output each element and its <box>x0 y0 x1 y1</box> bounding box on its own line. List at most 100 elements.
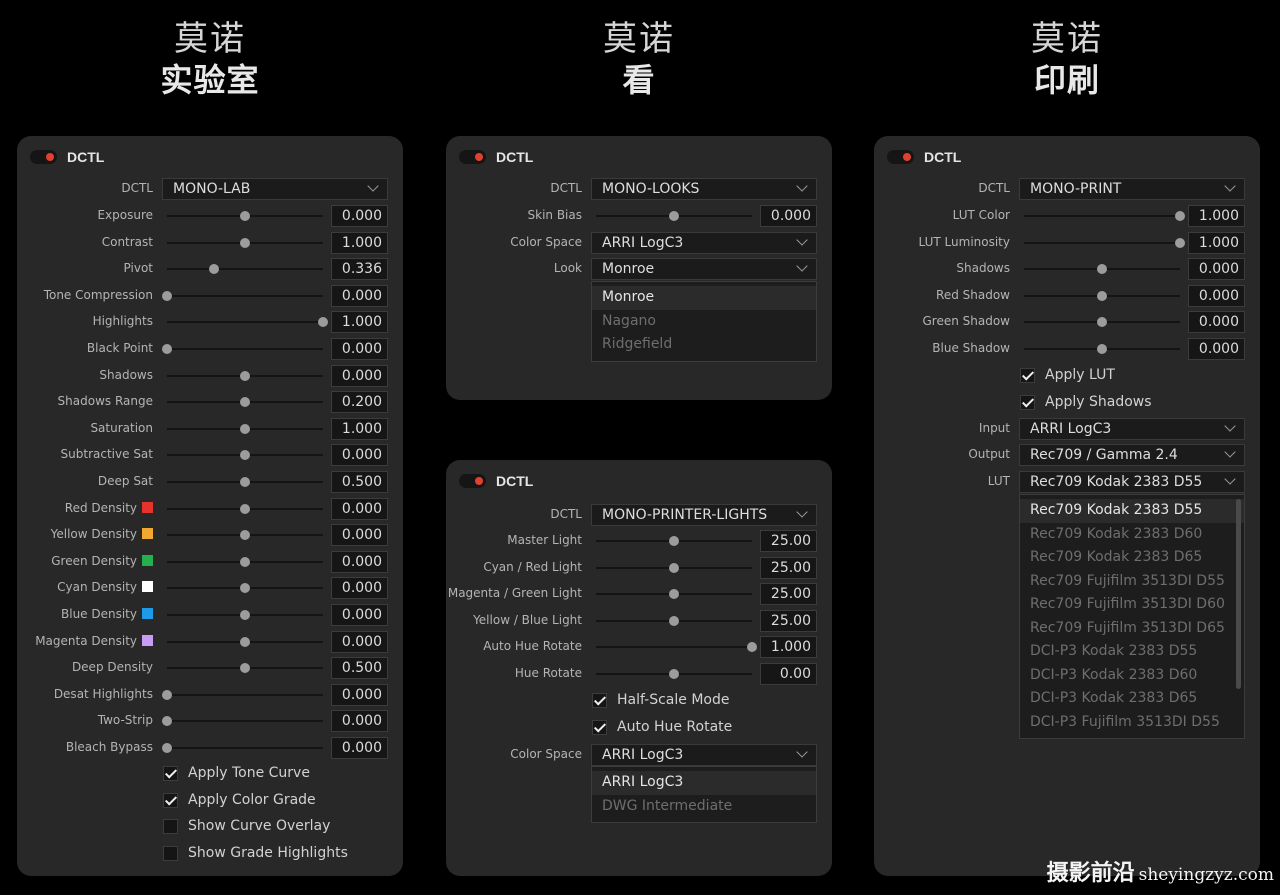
value-field[interactable]: 25.00 <box>760 530 817 552</box>
value-field[interactable]: 0.000 <box>331 630 388 653</box>
value-field[interactable]: 0.500 <box>331 471 388 493</box>
checkbox-checked[interactable] <box>592 719 607 735</box>
value-field[interactable]: 0.000 <box>331 604 388 626</box>
value-field[interactable]: 0.000 <box>331 205 388 227</box>
value-field[interactable]: 1.000 <box>331 417 388 440</box>
checkbox-unchecked[interactable] <box>163 819 178 835</box>
slider-knob[interactable] <box>1097 264 1107 275</box>
slider-knob[interactable] <box>240 530 250 541</box>
value-field[interactable]: 0.000 <box>760 205 817 227</box>
slider-knob[interactable] <box>1097 317 1107 328</box>
slider-track[interactable] <box>596 211 752 221</box>
slider-knob[interactable] <box>669 562 679 573</box>
lut-dropdown[interactable]: Rec709 Kodak 2383 D55 <box>1019 471 1245 493</box>
slider-knob[interactable] <box>669 669 679 679</box>
slider-knob[interactable] <box>162 689 172 700</box>
slider-knob[interactable] <box>240 583 250 594</box>
slider-knob[interactable] <box>747 642 757 653</box>
value-field[interactable]: 1.000 <box>760 636 817 659</box>
dctl-dropdown[interactable]: MONO-LAB <box>162 178 388 200</box>
slider-track[interactable] <box>167 317 328 328</box>
slider-knob[interactable] <box>240 423 250 434</box>
menu-option[interactable]: Rec709 Kodak 2383 D55 <box>1020 499 1244 523</box>
input-dropdown[interactable]: ARRI LogC3 <box>1019 418 1245 440</box>
slider-knob[interactable] <box>240 503 250 514</box>
menu-option[interactable]: ARRI LogC3 <box>592 771 816 795</box>
menu-option[interactable]: Rec709 Fujifilm 3513DI D65 <box>1020 617 1244 641</box>
menu-option[interactable]: Rec709 Kodak 2383 D65 <box>1020 546 1244 570</box>
slider-track[interactable] <box>167 583 323 594</box>
checkbox-checked[interactable] <box>592 693 607 708</box>
slider-knob[interactable] <box>162 344 172 354</box>
slider-track[interactable] <box>596 562 752 573</box>
slider-knob[interactable] <box>1175 211 1185 221</box>
slider-knob[interactable] <box>669 615 679 626</box>
slider-knob[interactable] <box>1175 237 1185 248</box>
dctl-dropdown[interactable]: MONO-PRINTER-LIGHTS <box>591 504 817 526</box>
slider-track[interactable] <box>162 689 323 700</box>
slider-knob[interactable] <box>162 743 172 753</box>
slider-track[interactable] <box>1024 211 1185 221</box>
slider-track[interactable] <box>1024 344 1180 354</box>
value-field[interactable]: 0.000 <box>1188 258 1245 281</box>
slider-track[interactable] <box>1024 237 1185 248</box>
slider-track[interactable] <box>167 423 323 434</box>
menu-option[interactable]: Nagano <box>592 310 816 334</box>
value-field[interactable]: 0.000 <box>331 524 388 547</box>
enable-toggle[interactable] <box>459 474 486 488</box>
slider-track[interactable] <box>167 556 323 567</box>
slider-knob[interactable] <box>240 397 250 408</box>
slider-knob[interactable] <box>669 536 679 546</box>
value-field[interactable]: 0.000 <box>331 364 388 387</box>
slider-track[interactable] <box>167 530 323 541</box>
checkbox-row[interactable]: Auto Hue Rotate <box>592 717 792 739</box>
value-field[interactable]: 0.000 <box>1188 284 1245 307</box>
output-dropdown[interactable]: Rec709 / Gamma 2.4 <box>1019 444 1245 466</box>
menu-option[interactable]: Rec709 Kodak 2383 D60 <box>1020 523 1244 547</box>
menu-option[interactable]: DWG Intermediate <box>592 795 816 819</box>
menu-option[interactable]: DCI-P3 Fujifilm 3513DI D55 <box>1020 711 1244 735</box>
slider-knob[interactable] <box>240 370 250 381</box>
slider-track[interactable] <box>162 743 323 753</box>
slider-knob[interactable] <box>669 589 679 600</box>
menu-option[interactable]: DCI-P3 Kodak 2383 D65 <box>1020 687 1244 711</box>
checkbox-checked[interactable] <box>163 766 178 781</box>
checkbox-checked[interactable] <box>1020 394 1035 410</box>
slider-track[interactable] <box>167 397 323 408</box>
menu-option[interactable]: Rec709 Fujifilm 3513DI D60 <box>1020 593 1244 617</box>
dctl-dropdown[interactable]: MONO-PRINT <box>1019 178 1245 200</box>
menu-option[interactable]: DCI-P3 Kodak 2383 D55 <box>1020 640 1244 664</box>
slider-knob[interactable] <box>240 636 250 647</box>
checkbox-row[interactable]: Half-Scale Mode <box>592 690 792 712</box>
menu-option[interactable]: Rec709 Fujifilm 3513DI D55 <box>1020 570 1244 594</box>
value-field[interactable]: 1.000 <box>1188 231 1245 254</box>
slider-track[interactable] <box>162 344 323 354</box>
value-field[interactable]: 1.000 <box>1188 205 1245 227</box>
value-field[interactable]: 0.000 <box>1188 338 1245 360</box>
slider-track[interactable] <box>167 477 323 487</box>
checkbox-row[interactable]: Apply LUT <box>1020 365 1220 387</box>
value-field[interactable]: 0.000 <box>1188 311 1245 334</box>
value-field[interactable]: 0.000 <box>331 710 388 733</box>
dctl-dropdown[interactable]: MONO-LOOKS <box>591 178 817 200</box>
slider-track[interactable] <box>167 237 323 248</box>
slider-track[interactable] <box>167 663 323 674</box>
menu-option[interactable]: Monroe <box>592 286 816 310</box>
value-field[interactable]: 0.500 <box>331 657 388 680</box>
color-space-dropdown[interactable]: ARRI LogC3 <box>591 232 817 254</box>
slider-track[interactable] <box>596 615 752 626</box>
slider-track[interactable] <box>167 370 323 381</box>
slider-knob[interactable] <box>240 211 250 221</box>
color-space-dropdown[interactable]: ARRI LogC3 <box>591 744 817 766</box>
enable-toggle[interactable] <box>459 150 486 164</box>
value-field[interactable]: 0.000 <box>331 577 388 600</box>
enable-toggle[interactable] <box>30 150 57 164</box>
slider-track[interactable] <box>1024 264 1180 275</box>
value-field[interactable]: 1.000 <box>331 231 388 254</box>
slider-knob[interactable] <box>240 450 250 461</box>
slider-track[interactable] <box>596 536 752 546</box>
slider-knob[interactable] <box>669 211 679 221</box>
slider-knob[interactable] <box>240 556 250 567</box>
value-field[interactable]: 0.000 <box>331 737 388 759</box>
checkbox-checked[interactable] <box>1020 368 1035 383</box>
